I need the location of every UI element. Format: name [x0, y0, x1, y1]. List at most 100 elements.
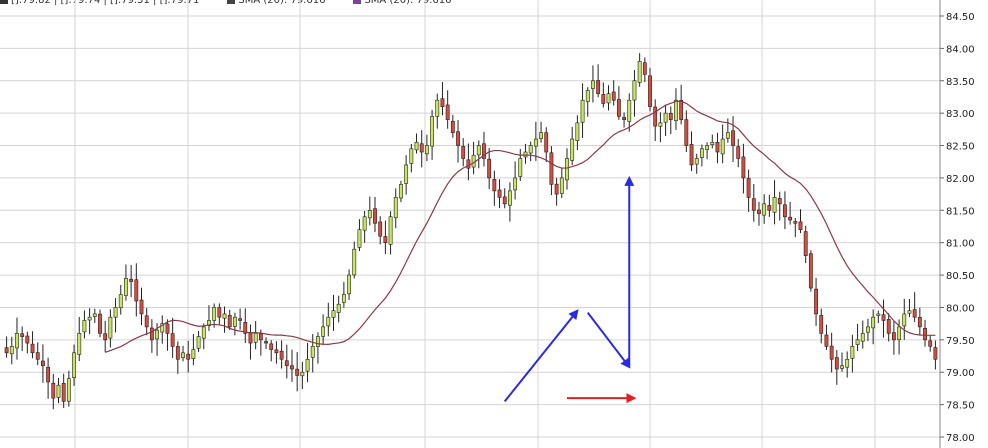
candle-body-97 — [508, 190, 512, 206]
candle-24 — [129, 265, 134, 298]
candle-body-163 — [850, 346, 855, 359]
candle-142 — [741, 143, 746, 194]
y-tick-label-11: 79.00 — [946, 368, 975, 379]
candle-37 — [196, 330, 201, 353]
candle-88 — [461, 138, 466, 167]
candle-106 — [554, 177, 559, 206]
candle-body-104 — [544, 132, 549, 153]
candle-121 — [632, 70, 637, 117]
candle-body-38 — [201, 326, 206, 339]
candle-167 — [871, 309, 876, 345]
candle-146 — [762, 194, 767, 224]
candle-2 — [15, 317, 19, 360]
candle-66 — [347, 269, 351, 300]
candle-body-33 — [175, 346, 180, 360]
candle-body-170 — [886, 319, 891, 334]
candle-104 — [544, 127, 549, 163]
candle-body-71 — [373, 208, 377, 224]
candle-body-26 — [139, 299, 144, 315]
candle-body-122 — [637, 61, 642, 83]
candle-body-91 — [476, 145, 481, 156]
candle-67 — [352, 241, 357, 279]
candle-159 — [829, 332, 834, 373]
candle-body-66 — [347, 274, 351, 295]
candle-body-175 — [912, 309, 917, 318]
candle-body-134 — [699, 148, 704, 158]
candle-84 — [440, 81, 445, 116]
candle-135 — [705, 142, 710, 160]
candle-79 — [414, 133, 419, 154]
candle-166 — [866, 318, 870, 341]
candle-168 — [876, 310, 881, 324]
candle-101 — [528, 141, 533, 162]
candle-body-160 — [834, 357, 839, 370]
candle-179 — [933, 340, 938, 370]
candle-body-156 — [814, 288, 818, 315]
price-chart[interactable]: 84.50 84.00 83.50 83.00 82.50 82.00 81.50 81.00… — [0, 0, 988, 448]
candle-127 — [663, 104, 668, 136]
candle-body-124 — [648, 75, 652, 107]
candle-body-9 — [51, 382, 56, 399]
candle-123 — [642, 57, 647, 83]
candle-body-83 — [435, 99, 440, 117]
candle-15 — [82, 310, 87, 339]
candle-body-85 — [445, 104, 450, 120]
candle-73 — [383, 220, 388, 255]
candle-143 — [746, 169, 751, 212]
candle-body-61 — [321, 326, 326, 337]
candle-body-44 — [232, 316, 237, 327]
candle-body-2 — [15, 333, 19, 349]
candle-108 — [565, 148, 569, 190]
candle-body-5 — [30, 343, 35, 354]
candle-35 — [186, 340, 191, 373]
candle-54 — [284, 344, 289, 379]
candle-body-162 — [845, 358, 850, 368]
candle-body-51 — [269, 343, 274, 350]
candle-36 — [191, 333, 196, 366]
candle-body-12 — [66, 378, 71, 402]
candle-153 — [798, 209, 803, 234]
candle-body-36 — [191, 349, 196, 359]
candle-51 — [269, 340, 274, 362]
candle-77 — [404, 155, 409, 195]
candle-body-18 — [98, 313, 102, 334]
candle-body-111 — [580, 99, 585, 123]
candle-body-58 — [305, 358, 310, 372]
candle-80 — [419, 130, 424, 168]
y-tick-label-12: 78.50 — [946, 401, 975, 412]
candle-body-81 — [424, 145, 429, 155]
candle-91 — [476, 140, 481, 169]
candle-body-102 — [533, 138, 538, 147]
candle-body-48 — [253, 333, 258, 343]
candle-56 — [295, 352, 300, 392]
candle-140 — [731, 116, 735, 163]
candle-body-169 — [881, 314, 886, 321]
candle-28 — [149, 319, 154, 353]
candle-body-23 — [124, 278, 128, 296]
candle-94 — [492, 170, 497, 206]
candle-body-131 — [684, 119, 689, 146]
candle-97 — [508, 182, 512, 222]
candle-body-76 — [399, 184, 403, 199]
candle-174 — [907, 298, 912, 318]
y-tick-label-1: 84.00 — [946, 44, 975, 55]
candle-body-17 — [92, 313, 97, 317]
candle-body-14 — [77, 333, 82, 355]
candle-177 — [923, 319, 927, 347]
candle-body-153 — [798, 221, 803, 231]
candle-body-77 — [404, 164, 409, 184]
candle-body-135 — [705, 145, 710, 150]
candle-body-73 — [383, 236, 388, 243]
candle-body-105 — [549, 152, 554, 185]
candle-body-56 — [295, 368, 300, 376]
candle-body-96 — [502, 196, 507, 205]
candle-body-29 — [155, 329, 159, 340]
candle-body-55 — [290, 365, 294, 370]
candle-body-59 — [310, 346, 315, 358]
candle-111 — [580, 83, 585, 138]
candle-9 — [51, 373, 56, 410]
candle-body-116 — [606, 93, 611, 104]
candle-176 — [917, 307, 922, 336]
candle-133 — [694, 153, 699, 174]
candle-body-22 — [118, 294, 123, 308]
